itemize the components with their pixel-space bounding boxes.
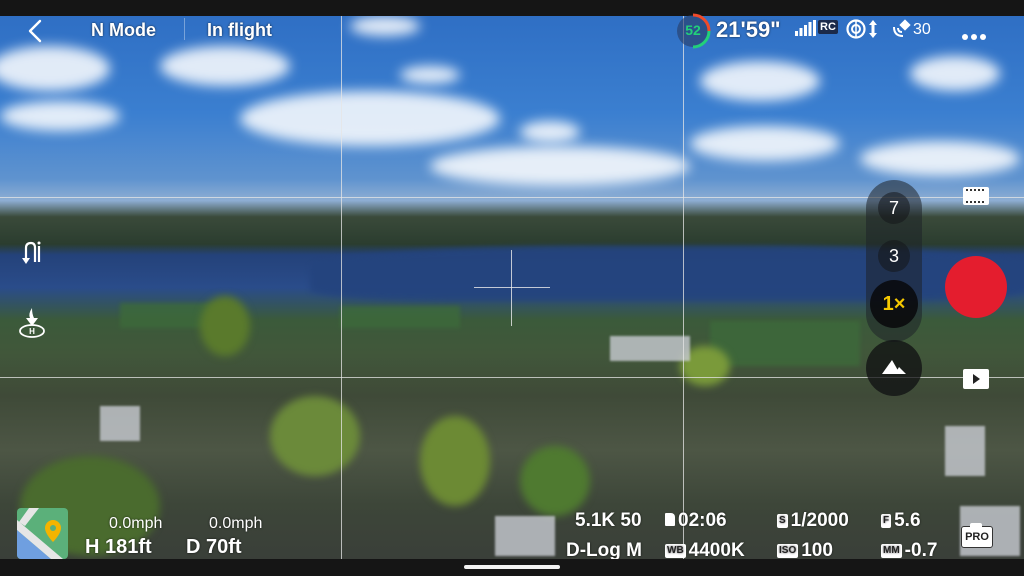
svg-text:H: H <box>29 327 35 336</box>
flight-status-label[interactable]: In flight <box>207 20 272 41</box>
playback-button[interactable] <box>963 369 989 389</box>
shutter-badge: S <box>777 514 788 528</box>
scene-house <box>100 406 140 441</box>
zoom-option-1x[interactable]: 1× <box>870 280 918 328</box>
horizontal-speed: 0.0mph <box>209 515 263 532</box>
satellite-icon <box>893 19 911 37</box>
aperture-badge: F <box>881 514 892 528</box>
iso-value: 100 <box>801 540 833 561</box>
obstacle-avoidance-icon[interactable] <box>846 19 880 44</box>
header-divider <box>184 18 185 40</box>
play-icon <box>973 374 980 384</box>
aperture-value: 5.6 <box>894 510 921 531</box>
scene-cloud <box>860 141 1020 176</box>
record-time-value: 02:06 <box>678 510 727 531</box>
battery-indicator[interactable]: 52 <box>675 13 711 49</box>
scene-cloud <box>240 91 500 146</box>
scene-cloud <box>690 126 840 161</box>
scene-tree <box>520 446 590 516</box>
scene-cloud <box>160 46 290 86</box>
return-to-home-icon[interactable]: H <box>17 306 47 338</box>
scene-cloud <box>0 46 110 91</box>
gps-satellite-count: 30 <box>913 21 931 38</box>
scene-house <box>495 516 555 556</box>
battery-percent: 52 <box>685 22 701 38</box>
home-indicator[interactable] <box>464 565 560 569</box>
shutter-speed[interactable]: S 1/2000 <box>777 510 849 532</box>
signal-bars-icon <box>795 20 816 36</box>
resolution-framerate[interactable]: 5.1K 50 <box>575 510 642 532</box>
scene-mode-button[interactable] <box>866 340 922 396</box>
scene-tree <box>270 396 360 476</box>
scene-cloud <box>520 121 580 143</box>
rc-signal-indicator[interactable]: RC <box>795 20 838 41</box>
scene-cloud <box>0 101 120 131</box>
shutter-value: 1/2000 <box>790 510 849 531</box>
scene-field <box>710 321 860 366</box>
auto-takeoff-icon[interactable] <box>20 240 46 266</box>
scene-cloud <box>910 56 1000 91</box>
more-options-icon[interactable] <box>962 27 989 45</box>
grid-line-vertical <box>341 16 342 559</box>
system-status-bar <box>0 0 1024 16</box>
scene-field <box>340 306 460 328</box>
minimap-button[interactable] <box>17 508 68 559</box>
scene-house <box>610 336 690 361</box>
rc-label: RC <box>818 20 838 34</box>
vertical-speed: 0.0mph <box>109 515 163 532</box>
film-icon[interactable] <box>963 187 989 205</box>
scene-cloud <box>430 146 690 186</box>
map-icon <box>17 508 68 559</box>
flight-time-remaining: 21'59" <box>716 17 781 42</box>
aperture[interactable]: F 5.6 <box>881 510 921 532</box>
grid-line-vertical <box>683 16 684 559</box>
center-crosshair-vertical <box>511 250 512 326</box>
gps-indicator[interactable]: 30 <box>891 19 931 44</box>
exposure-value: -0.7 <box>904 540 938 561</box>
chevron-left-icon[interactable] <box>24 18 46 44</box>
flight-mode-label[interactable]: N Mode <box>91 20 156 41</box>
record-button[interactable] <box>945 256 1007 318</box>
landscape-mode-icon <box>882 360 906 374</box>
white-balance-value: 4400K <box>688 540 745 561</box>
center-crosshair-horizontal <box>474 287 550 288</box>
sd-card-icon <box>665 513 675 526</box>
scene-tree <box>420 416 490 506</box>
height-readout: H 181ft <box>85 536 152 558</box>
pro-mode-button[interactable]: PRO <box>961 523 993 548</box>
ev-badge: MM <box>881 544 902 558</box>
distance-readout: D 70ft <box>186 536 242 558</box>
record-time-remaining: 02:06 <box>665 510 727 532</box>
iso-badge: ISO <box>777 544 799 558</box>
scene-cloud <box>700 61 820 101</box>
zoom-option-3x[interactable]: 3 <box>878 240 910 272</box>
scene-tree <box>200 296 250 356</box>
scene-cloud <box>350 16 420 36</box>
scene-cloud <box>400 66 460 84</box>
scene-house <box>945 426 985 476</box>
wb-badge: WB <box>665 544 686 558</box>
zoom-option-7x[interactable]: 7 <box>878 192 910 224</box>
